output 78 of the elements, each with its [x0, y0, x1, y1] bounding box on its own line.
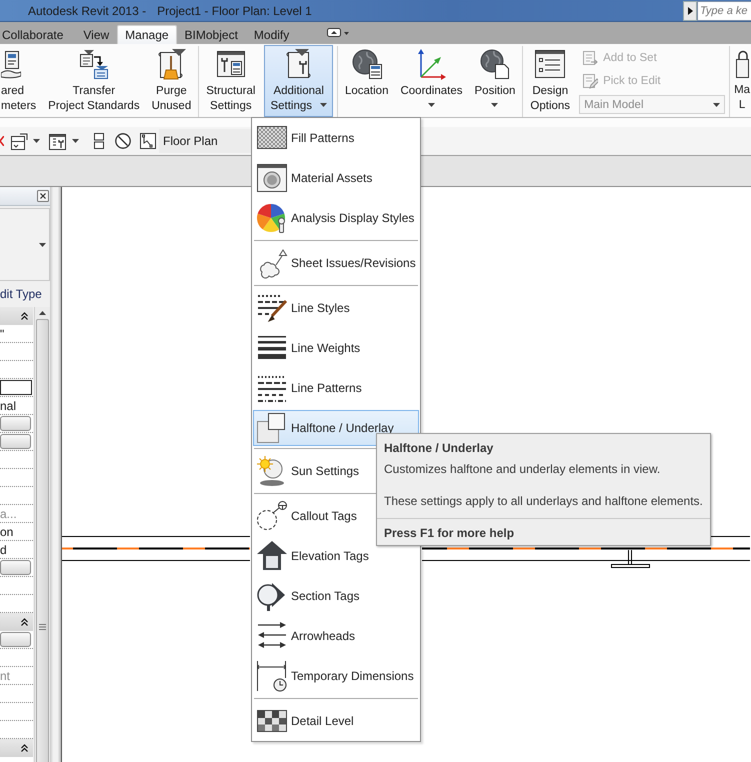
ribbon-button[interactable]: Structural Settings: [203, 45, 258, 117]
ribbon-button[interactable]: ared meters: [0, 45, 40, 117]
menu-item[interactable]: Arrowheads: [253, 616, 419, 656]
property-group-header[interactable]: [0, 307, 33, 325]
scrollbar-thumb[interactable]: [36, 319, 49, 762]
scroll-up-icon[interactable]: [39, 311, 46, 315]
elevation-tag-icon: [256, 540, 288, 572]
menu-item[interactable]: Temporary Dimensions: [253, 656, 419, 696]
property-group-header[interactable]: [0, 739, 33, 757]
tooltip-note: These settings apply to all underlays and halftone elements.: [384, 493, 703, 509]
cross-icon[interactable]: [0, 136, 4, 146]
list-window-icon: [534, 48, 566, 80]
window-wrench-icon[interactable]: [49, 132, 66, 150]
menu-item[interactable]: Line Styles: [253, 288, 419, 328]
caret-icon: [33, 139, 40, 143]
scrollbar[interactable]: [34, 307, 50, 762]
property-value: nal: [0, 398, 16, 412]
ribbon-tab[interactable]: Manage: [117, 25, 177, 44]
menu-item[interactable]: Material Assets: [253, 158, 419, 198]
callout-tag-icon: [256, 500, 288, 532]
property-button[interactable]: [0, 560, 31, 575]
property-group-header[interactable]: [0, 613, 33, 631]
menu-item[interactable]: Line Weights: [253, 328, 419, 368]
double-chevron-icon[interactable]: [21, 618, 28, 626]
stacked-rectangles-icon[interactable]: [94, 133, 104, 149]
documents-arrow-icon: [78, 48, 110, 80]
ribbon-button[interactable]: Additional Settings: [264, 45, 333, 117]
ribbon-tab[interactable]: View: [75, 25, 118, 44]
edit-type-button[interactable]: dit Type: [0, 287, 42, 301]
ribbon-button[interactable]: Design Options: [527, 45, 574, 117]
window-wrench-icon: [214, 48, 247, 80]
color-wheel-icon: [256, 202, 288, 234]
ribbon-tab[interactable]: Modify: [246, 25, 298, 44]
property-value: nt: [0, 668, 10, 682]
ribbon-button[interactable]: Location: [342, 45, 392, 117]
property-value: a...: [0, 506, 17, 520]
close-icon[interactable]: [37, 190, 49, 202]
ribbon-button[interactable]: Ma L: [734, 45, 750, 117]
tee-symbol-icon: [611, 550, 650, 568]
property-button[interactable]: [0, 434, 31, 449]
menu-item[interactable]: Detail Level: [253, 701, 419, 741]
menu-item[interactable]: Section Tags: [253, 576, 419, 616]
form-pencil-icon: [582, 72, 598, 88]
property-button[interactable]: [0, 416, 31, 431]
ribbon-button[interactable]: Coordinates: [397, 45, 466, 117]
triangle-right-icon[interactable]: [683, 0, 697, 20]
ribbon-toggle-icon[interactable]: [327, 28, 352, 38]
property-value: ": [0, 326, 4, 340]
property-value: d: [0, 542, 7, 556]
axes-icon: [415, 48, 448, 80]
document-title: Project1 - Floor Plan: Level 1: [157, 4, 312, 18]
window-crop-icon[interactable]: [11, 132, 28, 150]
globe-form-icon: [350, 48, 383, 80]
property-value: on: [0, 524, 14, 538]
help-search-field[interactable]: Type a ke: [697, 0, 751, 20]
app-title: Autodesk Revit 2013 -: [28, 4, 146, 18]
panel-splitter[interactable]: [50, 187, 62, 762]
ribbon-button[interactable]: Position: [472, 45, 518, 117]
line-brush-icon: [256, 292, 288, 324]
grip-icon: [39, 624, 46, 630]
caret-icon: [713, 102, 720, 106]
ribbon-button[interactable]: Transfer Project Standards: [45, 45, 143, 117]
ribbon-tab[interactable]: BIMobject: [176, 25, 246, 44]
property-input-field[interactable]: [0, 380, 32, 395]
dimension-clock-icon: [256, 660, 288, 692]
menu-item[interactable]: Sheet Issues/Revisions: [253, 243, 419, 283]
globe-page-icon: [478, 48, 511, 80]
caret-icon: [72, 139, 79, 143]
menu-item[interactable]: Analysis Display Styles: [253, 198, 419, 238]
box-path-icon[interactable]: [140, 133, 156, 149]
ribbon-tab[interactable]: Collaborate: [0, 25, 72, 44]
double-chevron-icon[interactable]: [21, 312, 28, 320]
circle-slash-icon[interactable]: [115, 133, 131, 149]
caret-icon: [39, 242, 46, 246]
menu-item[interactable]: Line Patterns: [253, 368, 419, 408]
ribbon-button[interactable]: Purge Unused: [148, 45, 194, 117]
overlapping-squares-icon: [256, 412, 288, 444]
double-chevron-icon[interactable]: [21, 744, 28, 752]
